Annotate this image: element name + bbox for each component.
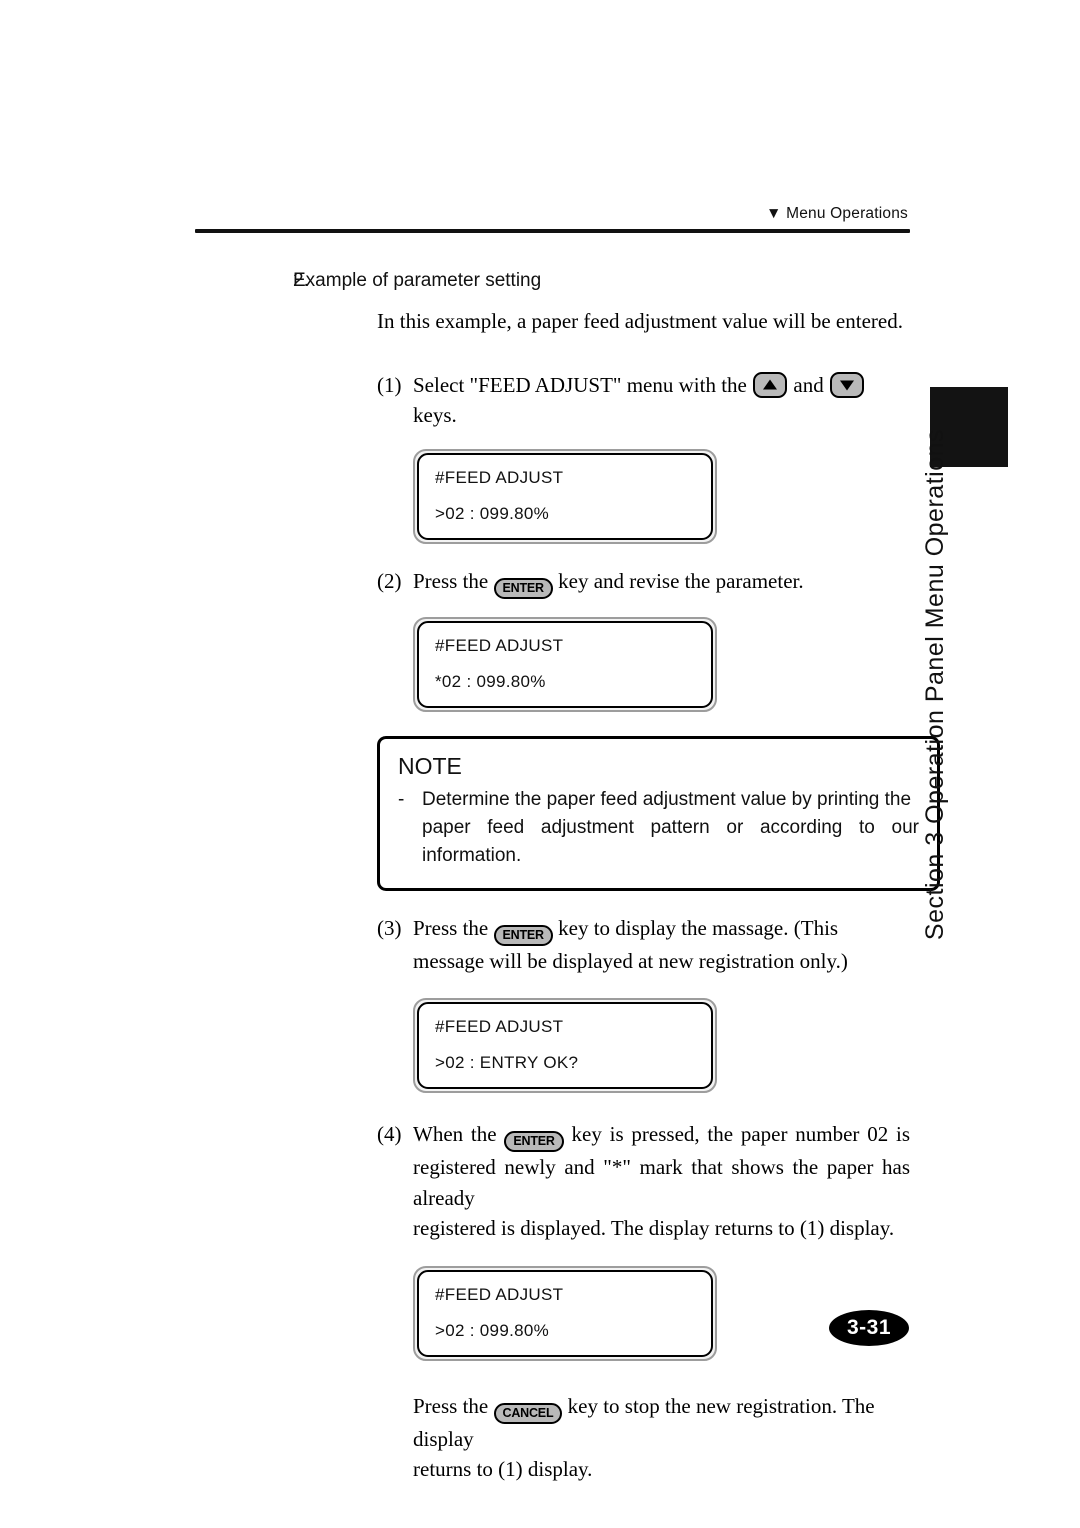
enter-key-icon[interactable]: ENTER <box>493 577 553 599</box>
section-tab-label: Section 3 Operation Panel Menu Operation… <box>905 429 965 940</box>
step-1-paragraph: (1) Select "FEED ADJUST" menu with the a… <box>195 370 910 431</box>
step-3-body: Press the ENTER key to display the massa… <box>377 913 910 976</box>
note-line-1: Determine the paper feed adjustment valu… <box>422 788 912 810</box>
lcd-display-1: #FEED ADJUST >02 : 099.80% <box>413 448 717 544</box>
step-1-text-before: Select "FEED ADJUST" menu with the <box>413 372 747 397</box>
cancel-key-icon[interactable]: CANCEL <box>493 1402 563 1424</box>
note-body: - Determine the paper feed adjustment va… <box>398 786 919 870</box>
running-header: ▼ Menu Operations <box>195 205 910 233</box>
lcd-display-1-line2: >02 : 099.80% <box>435 503 550 523</box>
lcd-display-4-screen: #FEED ADJUST >02 : 099.80% <box>417 1269 713 1357</box>
step-4-body: When the ENTER key is pressed, the paper… <box>377 1119 910 1243</box>
step-1-text-middle: and <box>793 372 824 397</box>
step-2-paragraph: (2) Press the ENTER key and revise the p… <box>195 566 910 599</box>
step-1-body: Select "FEED ADJUST" menu with the and k… <box>377 370 910 431</box>
step-4-line-1-after: key is pressed, the paper number 02 is <box>571 1122 910 1147</box>
step-3-text-before: Press the <box>413 915 489 940</box>
lcd-display-2-line2: *02 : 099.80% <box>435 671 546 691</box>
note-bullet-dash: - <box>398 788 405 810</box>
triangle-down-icon: ▼ <box>766 205 782 222</box>
lcd-display-3-screen: #FEED ADJUST >02 : ENTRY OK? <box>417 1002 713 1090</box>
closing-line-1: Press the CANCEL key to stop the new reg… <box>413 1391 910 1454</box>
enter-key-icon[interactable]: ENTER <box>504 1131 564 1153</box>
lcd-display-3-line1: #FEED ADJUST <box>435 1017 564 1037</box>
section-tab-text: Section 3 Operation Panel Menu Operation… <box>920 428 949 940</box>
section-heading: 2. Example of parameter setting <box>195 270 910 292</box>
document-page: ▼ Menu Operations 2. Example of paramete… <box>0 0 1080 1528</box>
section-number: 2. <box>293 270 309 291</box>
lcd-display-1-screen: #FEED ADJUST >02 : 099.80% <box>417 452 713 540</box>
up-arrow-key-icon[interactable] <box>753 371 788 398</box>
page-number-badge: 3-31 <box>829 1310 909 1346</box>
step-2-body: Press the ENTER key and revise the param… <box>377 566 910 599</box>
down-arrow-key-icon[interactable] <box>829 371 864 398</box>
closing-text-before: Press the <box>413 1393 489 1418</box>
step-4-line-2: registered newly and "*" mark that shows… <box>413 1155 910 1210</box>
lcd-display-3-line2: >02 : ENTRY OK? <box>435 1053 579 1073</box>
step-1-text-after: keys. <box>413 403 457 428</box>
step-2-text-before: Press the <box>413 568 489 593</box>
lcd-display-2: #FEED ADJUST *02 : 099.80% <box>413 616 717 712</box>
lcd-display-3: #FEED ADJUST >02 : ENTRY OK? <box>413 998 717 1094</box>
note-line-2: paper feed adjustment pattern or accordi… <box>422 816 919 838</box>
header-divider <box>195 229 910 233</box>
content-column: 2. Example of parameter setting In this … <box>195 270 940 1485</box>
step-3-paragraph: (3) Press the ENTER key to display the m… <box>195 913 910 976</box>
step-3-marker: (3) <box>377 915 402 940</box>
lcd-display-4: #FEED ADJUST >02 : 099.80% <box>413 1265 717 1361</box>
note-box: NOTE - Determine the paper feed adjustme… <box>377 735 940 891</box>
enter-key-icon[interactable]: ENTER <box>493 924 553 946</box>
closing-paragraph: Press the CANCEL key to stop the new reg… <box>195 1391 910 1485</box>
header-title: Menu Operations <box>786 205 908 222</box>
note-title: NOTE <box>398 752 462 779</box>
step-2-text-after: key and revise the parameter. <box>558 568 804 593</box>
header-text-row: ▼ Menu Operations <box>195 205 910 223</box>
lcd-display-1-line1: #FEED ADJUST <box>435 467 564 487</box>
lcd-display-4-line1: #FEED ADJUST <box>435 1284 564 1304</box>
triangle-up-glyph <box>763 379 778 390</box>
section-title: Example of parameter setting <box>293 270 542 291</box>
lcd-display-4-line2: >02 : 099.80% <box>435 1320 550 1340</box>
step-4-paragraph: (4) When the ENTER key is pressed, the p… <box>195 1119 910 1243</box>
step-4-text-before: When the <box>413 1122 497 1147</box>
step-4-marker: (4) <box>377 1122 402 1147</box>
lcd-display-2-screen: #FEED ADJUST *02 : 099.80% <box>417 620 713 708</box>
triangle-down-glyph <box>839 380 854 391</box>
step-2-marker: (2) <box>377 568 402 593</box>
intro-paragraph: In this example, a paper feed adjustment… <box>377 309 903 333</box>
step-3-text-after: key to display the massage. <box>558 915 789 940</box>
lcd-display-2-line1: #FEED ADJUST <box>435 635 564 655</box>
step-4-line-3: registered is displayed. The display ret… <box>413 1216 895 1241</box>
step-4-line-1: When the ENTER key is pressed, the paper… <box>413 1119 910 1153</box>
note-lines: Determine the paper feed adjustment valu… <box>422 786 919 870</box>
note-line-3: information. <box>422 844 522 866</box>
step-1-marker: (1) <box>377 372 402 397</box>
closing-line-2: returns to (1) display. <box>413 1457 593 1482</box>
